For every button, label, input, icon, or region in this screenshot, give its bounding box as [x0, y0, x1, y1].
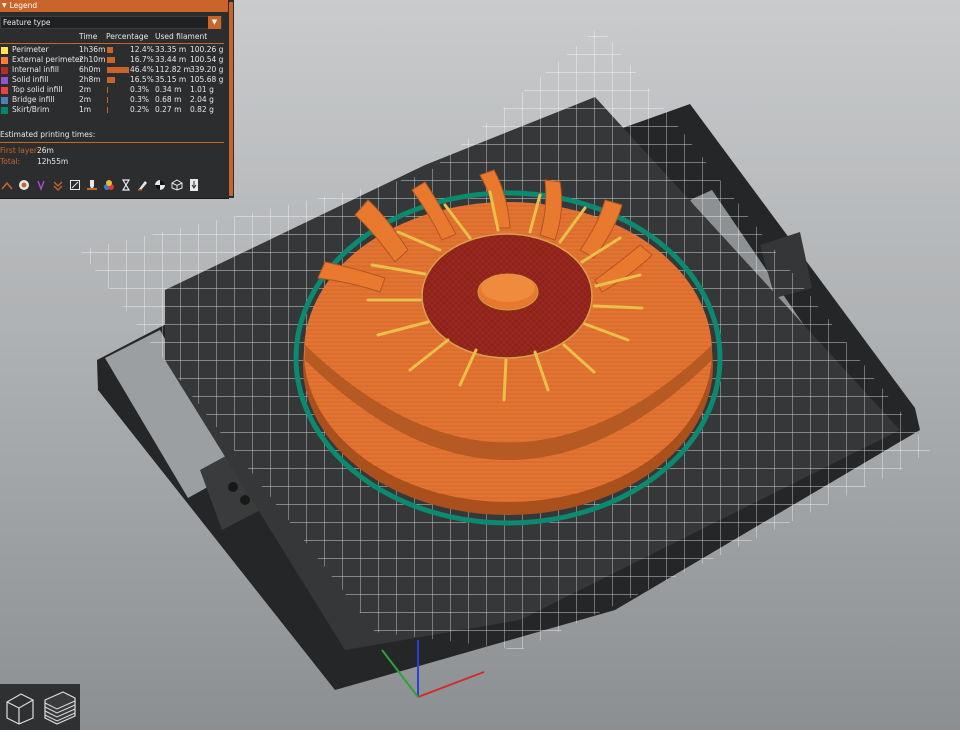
- feature-name: Bridge infill: [12, 95, 55, 104]
- legend-table: Time Percentage Used filament Perimeter 1…: [0, 32, 224, 114]
- custom-gcodes-icon[interactable]: [136, 178, 149, 191]
- view-type-value: Feature type: [3, 18, 51, 27]
- feature-length: 112.82 m: [155, 65, 191, 74]
- legend-row[interactable]: External perimeter 2h10m 16.7% 33.44 m 100.5…: [0, 55, 224, 65]
- feature-name: Solid infill: [12, 75, 49, 84]
- 3d-view-button[interactable]: [1, 685, 39, 729]
- feature-weight: 0.82 g: [190, 105, 214, 114]
- travel-icon[interactable]: [0, 178, 13, 191]
- feature-name: Perimeter: [12, 45, 49, 54]
- feature-percentage: 16.5%: [130, 75, 154, 84]
- feature-weight: 105.68 g: [190, 75, 224, 84]
- legend-table-header: Time Percentage Used filament: [0, 32, 224, 42]
- deretractions-icon[interactable]: [51, 178, 64, 191]
- pause-prints-icon[interactable]: [119, 178, 132, 191]
- dropdown-arrow-icon[interactable]: ▼: [208, 16, 221, 29]
- percentage-bar: [107, 87, 108, 93]
- percentage-bar: [107, 47, 113, 53]
- feature-name: Top solid infill: [12, 85, 63, 94]
- feature-length: 33.35 m: [155, 45, 187, 54]
- feature-weight: 100.54 g: [190, 55, 224, 64]
- feature-percentage: 0.2%: [130, 105, 150, 114]
- feature-color-swatch: [1, 106, 8, 114]
- estimated-separator: [0, 142, 224, 143]
- feature-length: 0.27 m: [155, 105, 182, 114]
- feature-length: 0.34 m: [155, 85, 182, 94]
- total-row: Total: 12h55m: [0, 157, 68, 166]
- percentage-bar: [107, 77, 115, 83]
- feature-percentage: 16.7%: [130, 55, 154, 64]
- percentage-bar: [107, 57, 115, 63]
- feature-time: 2h10m: [79, 55, 106, 64]
- legend-row[interactable]: Skirt/Brim 1m 0.2% 0.27 m 0.82 g: [0, 105, 224, 115]
- percentage-bar: [107, 67, 129, 73]
- seams-icon[interactable]: [68, 178, 81, 191]
- legend-title: Legend: [9, 1, 38, 10]
- legend-panel: ▼ Legend Feature type ▼ Time Percentage …: [0, 0, 229, 199]
- feature-weight: 100.26 g: [190, 45, 224, 54]
- first-layer-label: First layer:: [0, 146, 40, 155]
- color-changes-icon[interactable]: [102, 178, 115, 191]
- percentage-bar: [107, 107, 108, 113]
- first-layer-row: First layer: 26m: [0, 146, 54, 155]
- estimated-times-title: Estimated printing times:: [0, 130, 96, 139]
- feature-time: 1h36m: [79, 45, 106, 54]
- retractions-icon[interactable]: [34, 178, 47, 191]
- legend-row[interactable]: Solid infill 2h8m 16.5% 35.15 m 105.68 g: [0, 75, 224, 85]
- center-of-gravity-icon[interactable]: [153, 178, 166, 191]
- total-label: Total:: [0, 157, 21, 166]
- feature-color-swatch: [1, 76, 8, 84]
- column-percentage: Percentage: [106, 32, 149, 41]
- column-used-filament: Used filament: [155, 32, 208, 41]
- column-time: Time: [79, 32, 98, 41]
- feature-color-swatch: [1, 96, 8, 104]
- view-mode-buttons: [0, 684, 80, 730]
- options-toolbar: [0, 178, 204, 194]
- feature-weight: 1.01 g: [190, 85, 214, 94]
- feature-percentage: 12.4%: [130, 45, 154, 54]
- shells-icon[interactable]: [170, 178, 183, 191]
- layers-view-icon: [44, 691, 76, 725]
- feature-percentage: 0.3%: [130, 85, 150, 94]
- feature-name: External perimeter: [12, 55, 83, 64]
- feature-length: 0.68 m: [155, 95, 182, 104]
- feature-name: Internal infill: [12, 65, 60, 74]
- feature-weight: 2.04 g: [190, 95, 214, 104]
- feature-name: Skirt/Brim: [12, 105, 50, 114]
- feature-color-swatch: [1, 86, 8, 94]
- total-value: 12h55m: [37, 157, 69, 166]
- percentage-bar: [107, 97, 108, 103]
- view-type-select[interactable]: Feature type ▼: [0, 16, 222, 29]
- legend-row[interactable]: Top solid infill 2m 0.3% 0.34 m 1.01 g: [0, 85, 224, 95]
- first-layer-value: 26m: [37, 146, 54, 155]
- tool-marker-icon[interactable]: [187, 178, 200, 191]
- feature-time: 6h0m: [79, 65, 101, 74]
- collapse-triangle-icon[interactable]: ▼: [2, 0, 7, 12]
- header-separator: [0, 43, 224, 44]
- feature-time: 2m: [79, 95, 92, 104]
- legend-scrollbar-thumb[interactable]: [229, 2, 233, 196]
- feature-color-swatch: [1, 66, 8, 74]
- feature-weight: 339.20 g: [190, 65, 224, 74]
- feature-color-swatch: [1, 56, 8, 64]
- feature-color-swatch: [1, 46, 8, 54]
- feature-time: 1m: [79, 105, 92, 114]
- wipe-icon[interactable]: [17, 178, 30, 191]
- 3d-view-icon: [6, 693, 34, 725]
- legend-header[interactable]: ▼ Legend: [0, 0, 228, 12]
- legend-row[interactable]: Perimeter 1h36m 12.4% 33.35 m 100.26 g: [0, 45, 224, 55]
- preview-layers-button[interactable]: [41, 685, 79, 729]
- feature-length: 35.15 m: [155, 75, 187, 84]
- feature-time: 2h8m: [79, 75, 101, 84]
- feature-percentage: 0.3%: [130, 95, 150, 104]
- tool-changes-icon[interactable]: [85, 178, 98, 191]
- legend-row[interactable]: Bridge infill 2m 0.3% 0.68 m 2.04 g: [0, 95, 224, 105]
- feature-length: 33.44 m: [155, 55, 187, 64]
- legend-row[interactable]: Internal infill 6h0m 46.4% 112.82 m 339.20 g: [0, 65, 224, 75]
- feature-time: 2m: [79, 85, 92, 94]
- feature-percentage: 46.4%: [130, 65, 154, 74]
